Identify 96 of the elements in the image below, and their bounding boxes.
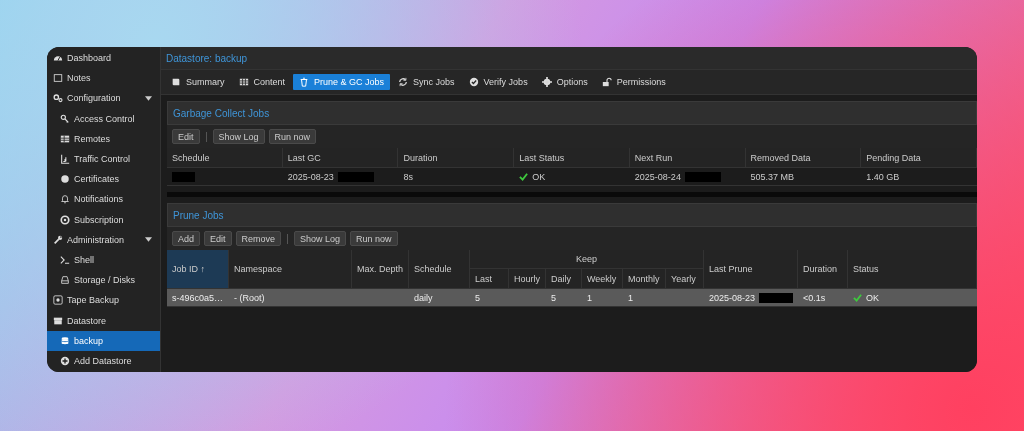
column-header[interactable]: Namespace — [229, 250, 352, 289]
table-cell: 8s — [398, 168, 515, 186]
toolbar-button[interactable]: Edit — [204, 231, 232, 246]
column-group-header: Keep — [470, 250, 704, 269]
sidebar-item[interactable]: Notifications — [47, 189, 160, 210]
table-cell: 1 — [623, 289, 666, 307]
grid-icon — [238, 77, 249, 87]
sidebar-item[interactable]: Administration — [47, 229, 160, 250]
key-icon — [60, 113, 70, 124]
wrench-icon — [53, 234, 63, 245]
toolbar-button[interactable]: Show Log — [294, 231, 347, 246]
check-icon — [853, 293, 862, 302]
column-header[interactable]: Pending Data — [861, 148, 977, 168]
table-row[interactable]: 2025-08-23 8s OK 2025-08-24 505.37 MB 1.40 GB — [167, 168, 977, 186]
tab[interactable]: Verify Jobs — [462, 74, 534, 90]
gauge-icon — [53, 53, 63, 64]
archive-icon — [53, 315, 63, 326]
column-header[interactable]: Weekly — [582, 269, 623, 289]
sidebar-item[interactable]: Storage / Disks — [47, 270, 160, 291]
toolbar-button[interactable]: Edit — [172, 129, 200, 144]
column-header[interactable]: Status — [848, 250, 977, 289]
column-header[interactable]: Next Run — [629, 148, 746, 168]
tab[interactable]: Content — [232, 74, 292, 90]
caret-icon[interactable] — [145, 237, 152, 243]
column-header[interactable]: Removed Data — [745, 148, 862, 168]
column-header[interactable]: Duration — [798, 250, 848, 289]
gears-icon — [53, 93, 63, 104]
bell-icon — [60, 194, 70, 205]
database-icon — [60, 335, 70, 346]
note-icon — [53, 73, 63, 84]
table-cell: 1 — [582, 289, 623, 307]
table-cell: OK — [866, 292, 879, 303]
toolbar-button[interactable]: Add — [172, 231, 200, 246]
table-cell: daily — [409, 289, 470, 307]
chart-icon — [60, 154, 70, 165]
sidebar-item[interactable]: backup — [47, 330, 160, 351]
column-header[interactable]: Schedule — [409, 250, 470, 289]
column-header[interactable]: Max. Depth — [352, 250, 409, 289]
sidebar-item[interactable]: Add Datastore — [47, 350, 160, 371]
column-header[interactable]: Schedule — [167, 148, 283, 168]
column-header[interactable]: Duration — [398, 148, 515, 168]
sidebar-item[interactable]: Tape Backup — [47, 290, 160, 311]
table-cell: OK — [532, 171, 546, 182]
tab[interactable]: Permissions — [595, 74, 672, 90]
column-header[interactable]: Job ID ↑ — [167, 250, 229, 289]
sidebar-item[interactable]: Notes — [47, 68, 160, 89]
table-cell: <0.1s — [798, 289, 848, 307]
tab[interactable]: Summary — [165, 74, 231, 90]
tab[interactable]: Options — [535, 74, 594, 90]
lifebuoy-icon — [60, 214, 70, 225]
plus-icon — [60, 355, 70, 366]
table-cell: 5 — [470, 289, 509, 307]
table-row[interactable]: s-496c0a5… - (Root) daily 5 5 1 1 2025-08-23 <0.1s OK — [167, 289, 977, 307]
panel-title: Garbage Collect Jobs — [173, 107, 270, 119]
sidebar-item[interactable]: Access Control — [47, 108, 160, 129]
table-cell: 5 — [546, 289, 582, 307]
unlock-icon — [601, 77, 612, 87]
table-cell: 1.40 GB — [861, 168, 977, 186]
page-title: Datastore: backup — [166, 52, 248, 64]
column-header[interactable]: Last Status — [514, 148, 630, 168]
table-cell: s-496c0a5… — [167, 289, 229, 307]
check-icon — [519, 172, 529, 181]
column-header[interactable]: Daily — [546, 269, 582, 289]
table-cell: 2025-08-23 — [287, 171, 334, 182]
sync-icon — [398, 77, 409, 87]
sidebar-item[interactable]: Shell — [47, 249, 160, 271]
caret-icon[interactable] — [145, 95, 152, 101]
table-cell: 2025-08-23 — [709, 292, 756, 303]
sidebar-item[interactable]: Subscription — [47, 209, 160, 230]
column-header[interactable]: Monthly — [623, 269, 666, 289]
tape-icon — [53, 295, 63, 306]
panel-title: Prune Jobs — [173, 209, 224, 221]
check-circle-icon — [468, 77, 479, 87]
column-header[interactable]: Yearly — [666, 269, 704, 289]
toolbar-button[interactable]: Run now — [350, 231, 398, 246]
sidebar-item[interactable]: Remotes — [47, 128, 160, 149]
server-icon — [60, 133, 70, 144]
tab[interactable]: Prune & GC Jobs — [293, 74, 391, 90]
toolbar-button[interactable]: Show Log — [212, 129, 265, 144]
table-cell: 505.37 MB — [745, 168, 862, 186]
sidebar-item[interactable]: Dashboard — [47, 48, 160, 69]
sidebar-item[interactable]: Datastore — [47, 310, 160, 331]
table-cell: 2025-08-24 — [634, 171, 681, 182]
sidebar-item[interactable]: Certificates — [47, 169, 160, 190]
column-header[interactable]: Last — [470, 269, 509, 289]
tab[interactable]: Sync Jobs — [392, 74, 461, 90]
terminal-icon — [60, 254, 70, 265]
column-header[interactable]: Last GC — [282, 148, 399, 168]
sidebar-item[interactable]: Configuration — [47, 88, 160, 109]
table-cell: - (Root) — [229, 289, 352, 307]
column-header[interactable]: Last Prune — [704, 250, 798, 289]
trash-icon — [299, 77, 310, 87]
sidebar-item[interactable]: Traffic Control — [47, 148, 160, 170]
toolbar-button[interactable]: Remove — [235, 231, 282, 246]
toolbar-button[interactable]: Run now — [268, 129, 317, 144]
column-header[interactable]: Hourly — [509, 269, 546, 289]
